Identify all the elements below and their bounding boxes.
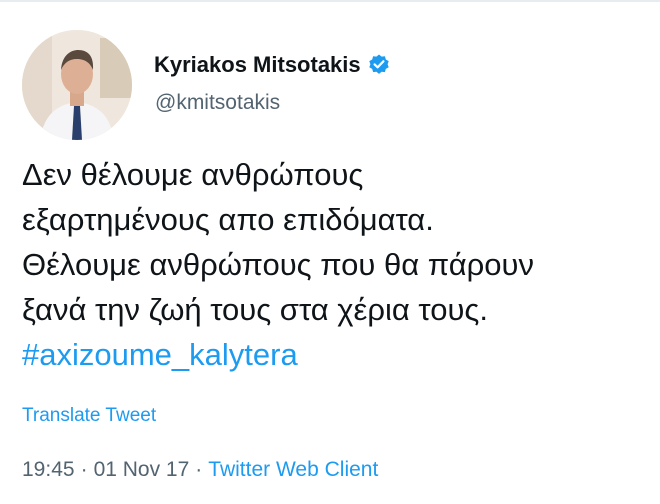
tweet-text-line: εξαρτημένους απο επιδόματα. [22,202,434,237]
author-handle[interactable]: @kmitsotakis [155,91,280,115]
tweet-text-line: Θέλουμε ανθρώπους που θα πάρουν [22,247,534,282]
tweet-text-line: Δεν θέλουμε ανθρώπους [22,157,364,192]
tweet-text-line: ξανά την ζωή τους στα χέρια τους. [22,292,488,327]
author-display-name[interactable]: Kyriakos Mitsotakis [154,52,361,78]
tweet-time[interactable]: 19:45 [22,458,75,482]
profile-photo-icon [22,30,132,140]
meta-separator: · [80,458,88,481]
hashtag-link[interactable]: #axizoume_kalytera [22,332,652,377]
meta-separator: · [195,458,203,481]
tweet-source-link[interactable]: Twitter Web Client [208,458,378,482]
tweet-metadata: 19:45 · 01 Nov 17 · Twitter Web Client [22,458,378,482]
verified-badge-icon [367,53,391,77]
translate-tweet-link[interactable]: Translate Tweet [22,405,156,427]
top-divider [0,0,660,2]
author-name-row[interactable]: Kyriakos Mitsotakis [154,50,391,80]
avatar[interactable] [22,30,132,140]
tweet-text: Δεν θέλουμε ανθρώπους εξαρτημένους απο ε… [22,152,652,377]
tweet-date[interactable]: 01 Nov 17 [94,458,190,482]
